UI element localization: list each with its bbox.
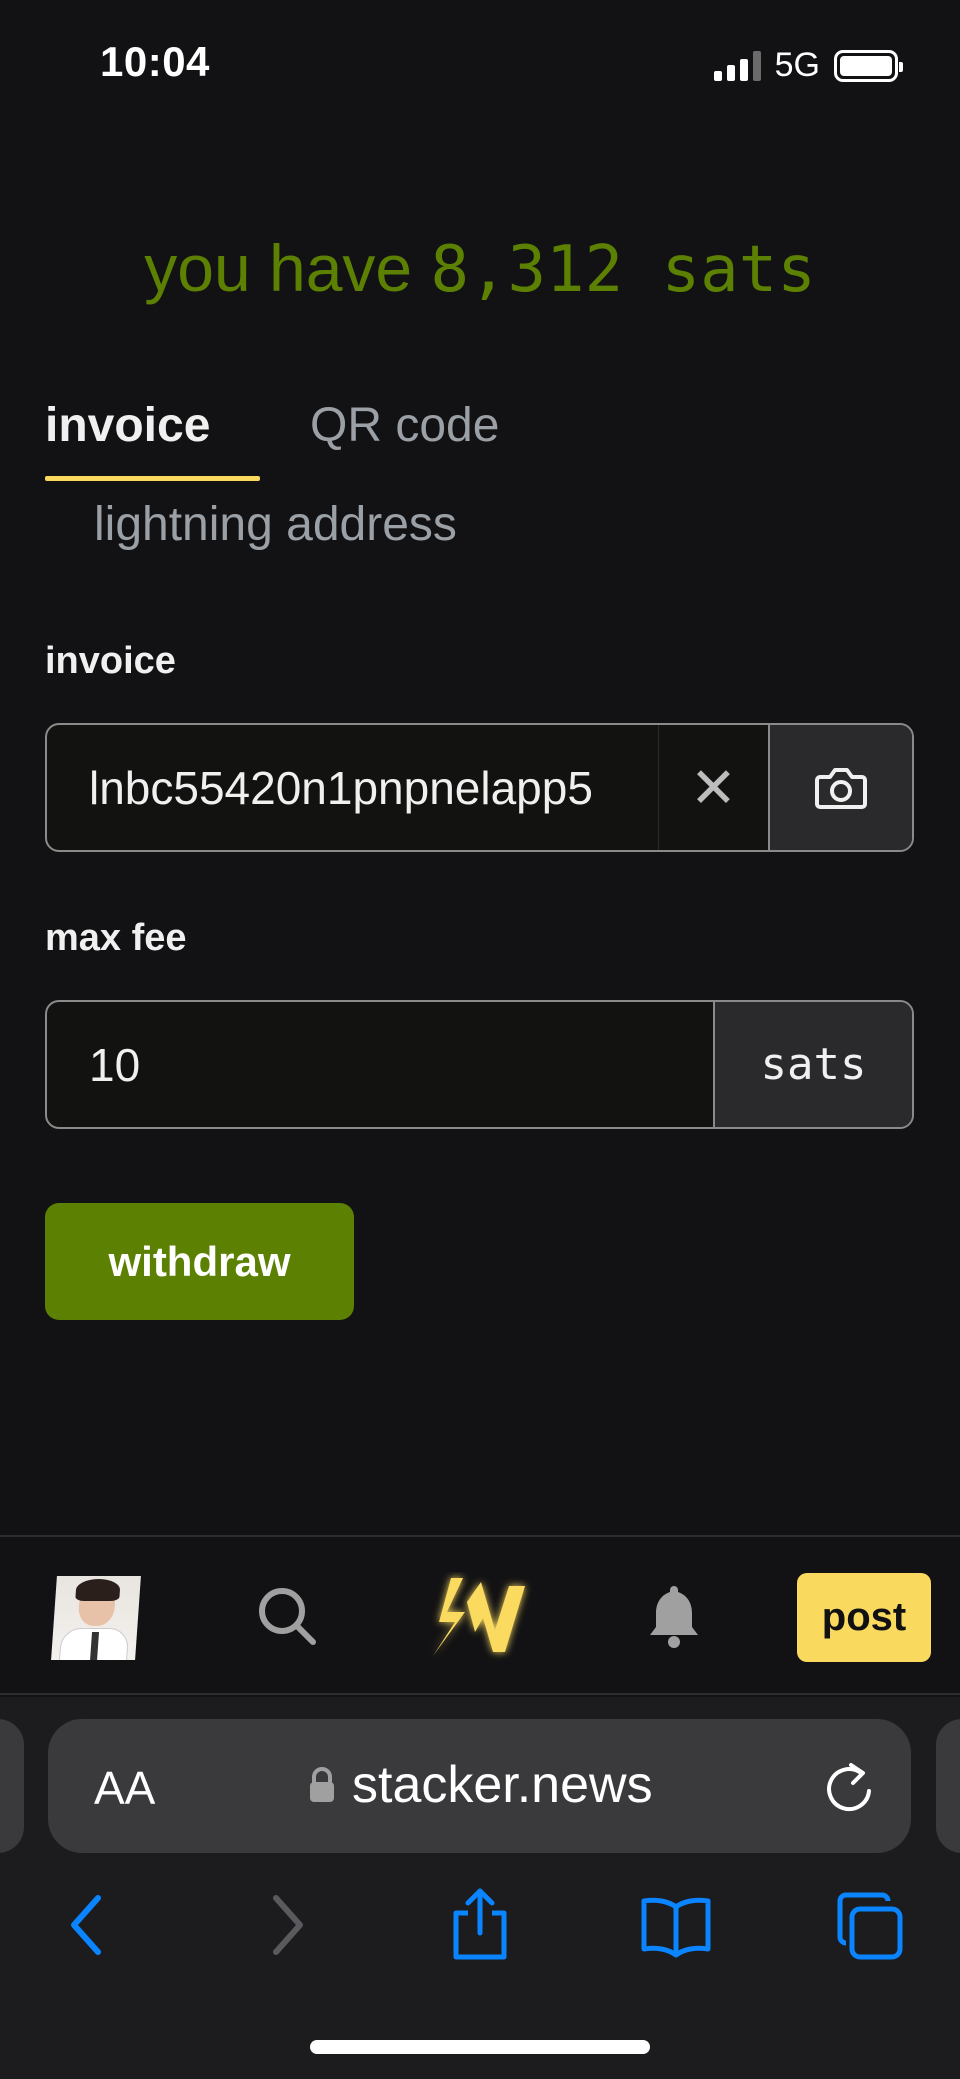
invoice-input[interactable]: lnbc55420n1pnpnelapp5	[47, 725, 658, 850]
camera-icon	[815, 767, 867, 809]
balance-amount: 8,312 sats	[430, 233, 816, 307]
reload-icon[interactable]	[823, 1759, 875, 1815]
max-fee-input[interactable]: 10	[47, 1002, 713, 1127]
invoice-input-group: lnbc55420n1pnpnelapp5 ✕	[45, 723, 914, 852]
battery-icon	[834, 49, 903, 82]
status-time: 10:04	[100, 38, 210, 85]
bell-icon[interactable]	[647, 1582, 701, 1652]
stacker-news-logo[interactable]	[425, 1572, 535, 1662]
wallet-balance: you have 8,312 sats	[0, 230, 960, 307]
next-tab-preview[interactable]	[936, 1719, 960, 1853]
address-bar[interactable]: AA stacker.news	[48, 1719, 911, 1853]
withdraw-button[interactable]: withdraw	[45, 1203, 354, 1320]
active-tab-indicator	[45, 476, 260, 481]
home-indicator[interactable]	[310, 2040, 650, 2054]
reader-settings-button[interactable]: AA	[94, 1761, 155, 1815]
post-button[interactable]: post	[797, 1573, 931, 1662]
clear-invoice-button[interactable]: ✕	[658, 725, 768, 850]
tab-qr-code[interactable]: QR code	[310, 398, 499, 453]
max-fee-label: max fee	[45, 917, 187, 959]
balance-prefix: you have	[144, 231, 413, 305]
status-bar: 10:04 5G	[0, 0, 960, 120]
scan-qr-button[interactable]	[768, 725, 912, 850]
tab-invoice[interactable]: invoice	[45, 398, 210, 453]
back-icon[interactable]	[66, 1892, 106, 1958]
network-type: 5G	[774, 46, 820, 84]
tabs-icon[interactable]	[834, 1891, 906, 1963]
signal-icon	[713, 50, 761, 81]
bookmarks-icon[interactable]	[638, 1895, 714, 1959]
forward-icon[interactable]	[268, 1892, 308, 1958]
max-fee-input-group: 10 sats	[45, 1000, 914, 1129]
lock-icon	[310, 1767, 334, 1802]
bottom-nav: post	[0, 1535, 960, 1695]
invoice-label: invoice	[45, 640, 176, 682]
search-icon[interactable]	[255, 1584, 319, 1648]
previous-tab-preview[interactable]	[0, 1719, 24, 1853]
status-indicators: 5G	[713, 46, 903, 85]
close-icon: ✕	[690, 755, 737, 819]
tab-lightning-address[interactable]: lightning address	[94, 497, 457, 552]
share-icon[interactable]	[448, 1885, 512, 1963]
browser-chrome: AA stacker.news	[0, 1697, 960, 2079]
url-text: stacker.news	[352, 1756, 653, 1814]
max-fee-unit: sats	[713, 1002, 912, 1127]
url-display[interactable]: stacker.news	[308, 1755, 653, 1815]
avatar[interactable]	[51, 1576, 141, 1660]
